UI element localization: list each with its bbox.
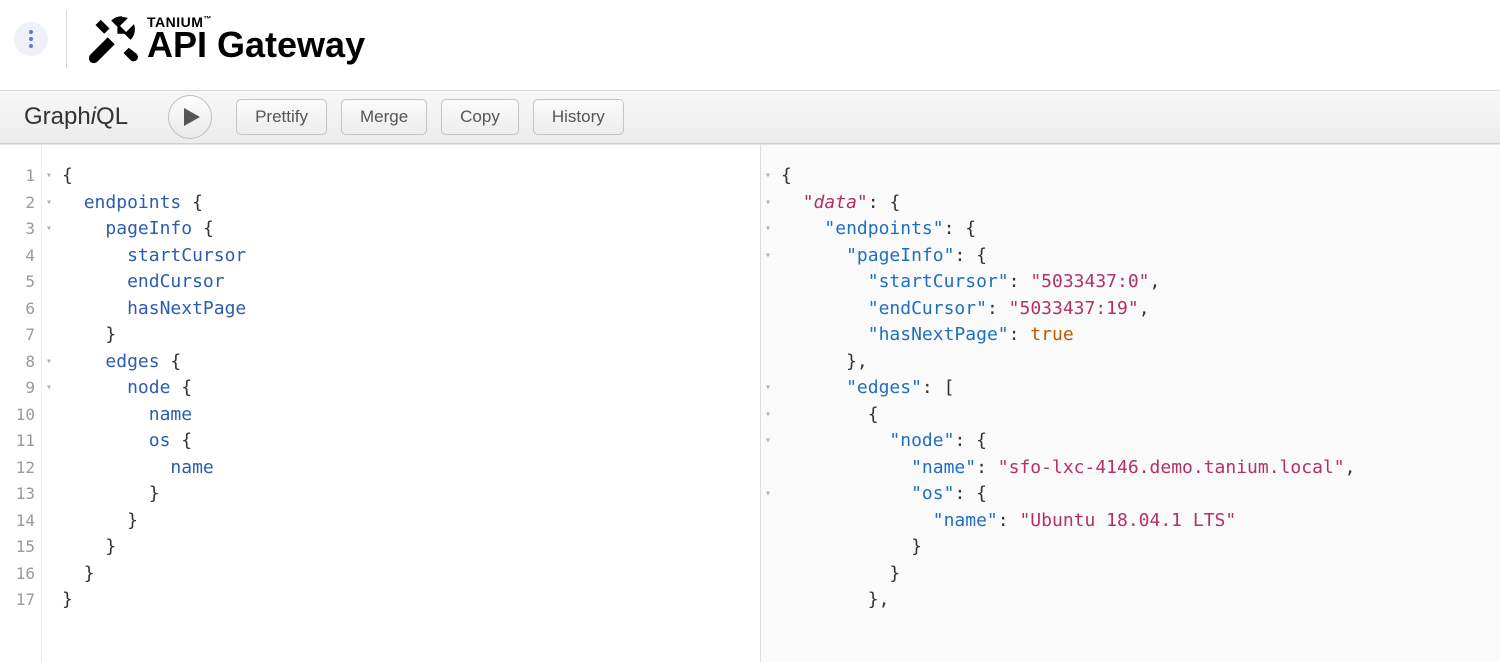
prettify-button[interactable]: Prettify: [236, 99, 327, 135]
query-line-gutter: 1234567891011121314151617: [0, 145, 42, 662]
result-fold-gutter[interactable]: ▾▾▾▾ ▾▾▾ ▾: [761, 145, 775, 662]
result-code: { "data": { "endpoints": { "pageInfo": {…: [775, 145, 1355, 662]
workspace: 1234567891011121314151617 ▾▾▾ ▾▾ { endpo…: [0, 144, 1500, 662]
more-menu-button[interactable]: [14, 22, 48, 56]
query-editor[interactable]: 1234567891011121314151617 ▾▾▾ ▾▾ { endpo…: [0, 145, 760, 662]
kebab-icon: [29, 30, 33, 48]
merge-button[interactable]: Merge: [341, 99, 427, 135]
query-fold-gutter[interactable]: ▾▾▾ ▾▾: [42, 145, 56, 662]
brand-product: API Gateway: [147, 27, 365, 63]
brand: TANIUM™ API Gateway: [85, 11, 365, 67]
wrench-icon: [85, 11, 141, 67]
history-button[interactable]: History: [533, 99, 624, 135]
header-divider: [66, 10, 67, 68]
query-code[interactable]: { endpoints { pageInfo { startCursor end…: [56, 145, 246, 662]
execute-button[interactable]: [168, 95, 212, 139]
app-header: TANIUM™ API Gateway: [0, 0, 1500, 90]
graphiql-logo: GraphiQL: [24, 103, 128, 131]
play-icon: [184, 108, 200, 126]
graphiql-toolbar: GraphiQL Prettify Merge Copy History: [0, 90, 1500, 144]
copy-button[interactable]: Copy: [441, 99, 519, 135]
result-viewer[interactable]: ▾▾▾▾ ▾▾▾ ▾ { "data": { "endpoints": { "p…: [760, 145, 1500, 662]
